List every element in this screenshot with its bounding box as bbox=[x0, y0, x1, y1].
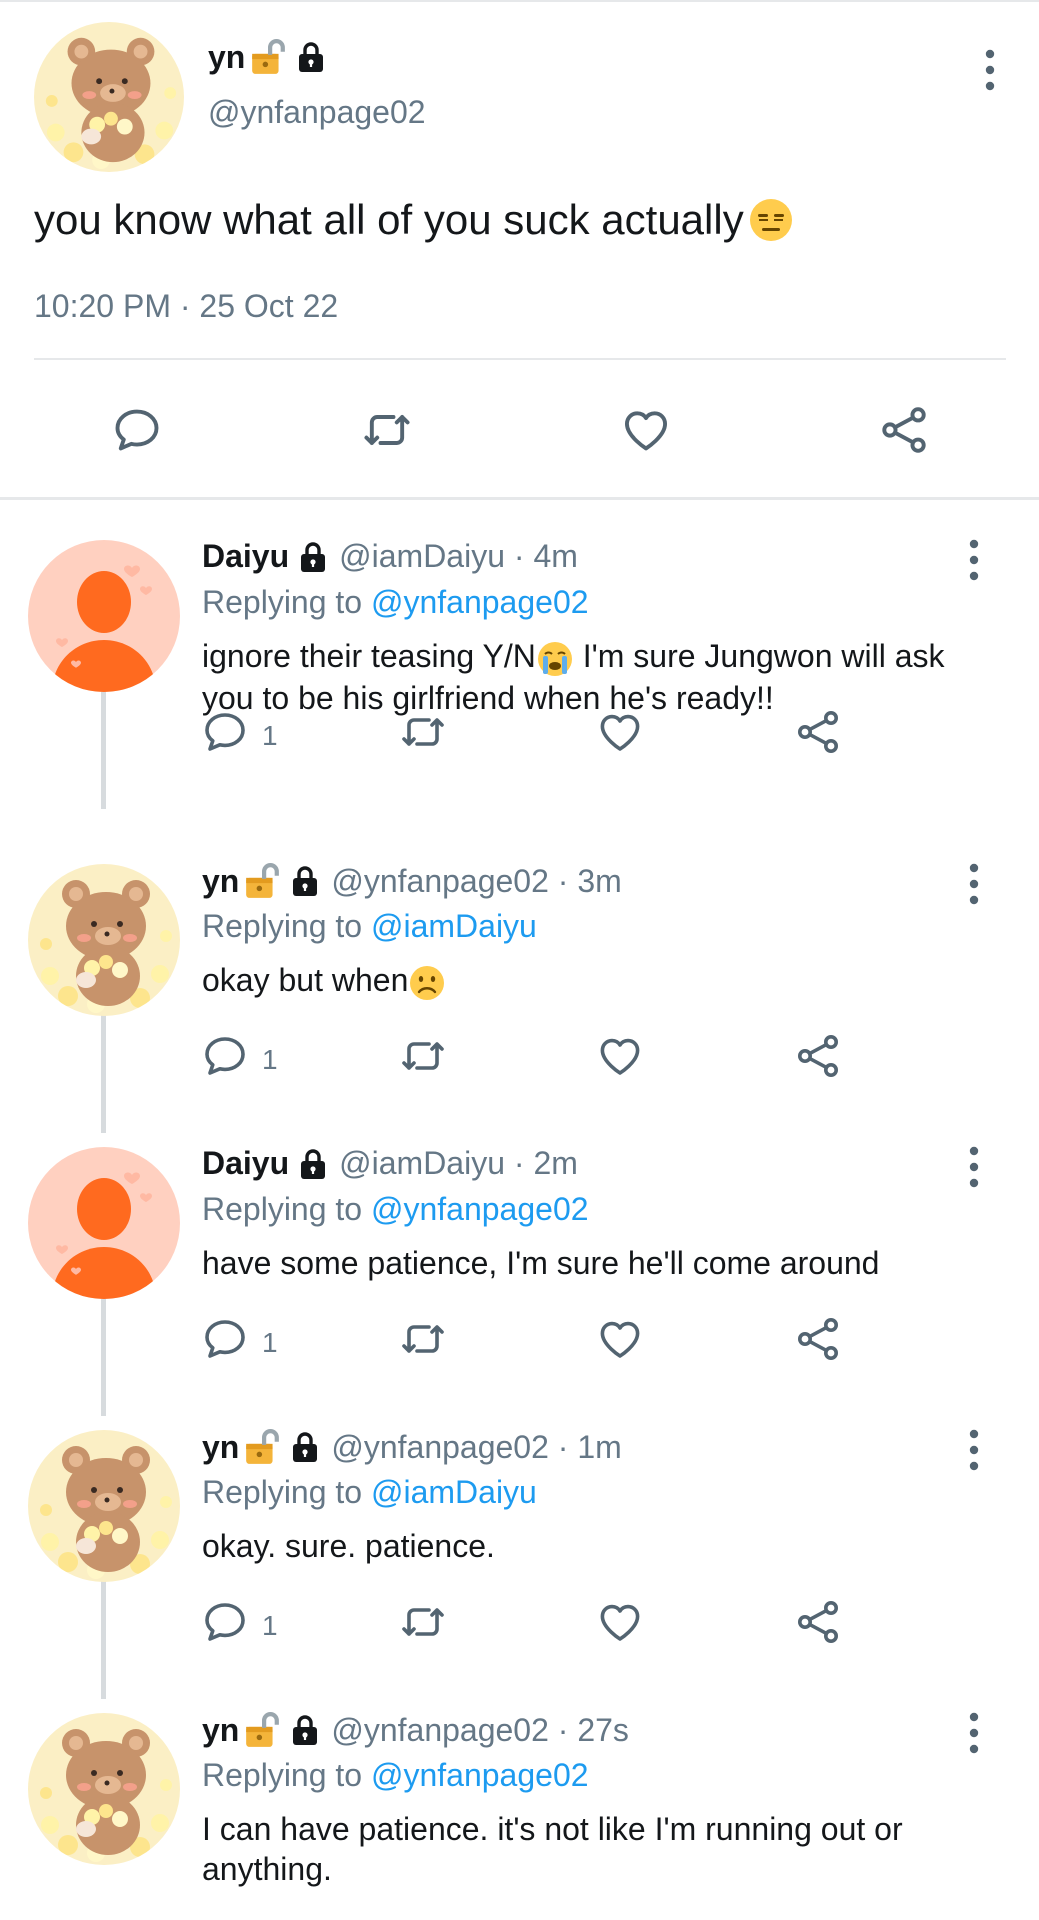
avatar[interactable] bbox=[28, 540, 180, 692]
display-name[interactable]: yn bbox=[202, 863, 239, 900]
reply-icon[interactable] bbox=[200, 1032, 250, 1080]
retweet-icon[interactable] bbox=[398, 1598, 448, 1646]
display-name[interactable]: yn bbox=[208, 39, 245, 76]
reply-text: okay but when bbox=[202, 960, 1002, 1002]
main-tweet: yn @ynfanpage02 you know what all of you… bbox=[0, 0, 1039, 500]
reply-text: okay. sure. patience. bbox=[202, 1528, 495, 1564]
padlock-icon bbox=[297, 41, 325, 73]
replying-to: Replying to @iamDaiyu bbox=[202, 1474, 537, 1510]
retweet-icon[interactable] bbox=[398, 1315, 448, 1363]
avatar[interactable] bbox=[28, 1147, 180, 1299]
share-icon[interactable] bbox=[793, 1315, 843, 1363]
share-icon[interactable] bbox=[875, 404, 933, 456]
avatar[interactable] bbox=[28, 1430, 180, 1582]
more-vert-icon[interactable] bbox=[944, 862, 980, 906]
like-icon[interactable] bbox=[595, 1598, 645, 1646]
lock-emoji-icon bbox=[243, 1428, 281, 1466]
replying-to: Replying to @ynfanpage02 bbox=[202, 1191, 589, 1227]
replying-to: Replying to @ynfanpage02 bbox=[202, 1757, 589, 1793]
reply-tweet[interactable]: yn @ynfanpage02 · 27s Replying to @ynfan… bbox=[0, 1699, 1039, 1920]
like-icon[interactable] bbox=[595, 1032, 645, 1080]
divider bbox=[34, 358, 1006, 360]
reply-icon[interactable] bbox=[200, 1598, 250, 1646]
lock-emoji-icon bbox=[243, 862, 281, 900]
like-icon[interactable] bbox=[595, 708, 645, 756]
display-name[interactable]: Daiyu bbox=[202, 538, 289, 575]
mention-link[interactable]: @ynfanpage02 bbox=[371, 1757, 589, 1793]
mention-link[interactable]: @iamDaiyu bbox=[371, 908, 537, 944]
reply-tweet[interactable]: yn @ynfanpage02 · 3m Replying to @iamDai… bbox=[0, 850, 1039, 1133]
handle[interactable]: @ynfanpage02 bbox=[208, 94, 426, 131]
retweet-icon[interactable] bbox=[358, 404, 416, 456]
padlock-icon bbox=[299, 541, 327, 573]
mention-link[interactable]: @iamDaiyu bbox=[371, 1474, 537, 1510]
more-vert-icon[interactable] bbox=[944, 1711, 980, 1755]
tweet-text: you know what all of you suck actually bbox=[34, 196, 794, 244]
more-vert-icon[interactable] bbox=[944, 538, 980, 582]
padlock-icon bbox=[291, 1431, 319, 1463]
padlock-icon bbox=[291, 1714, 319, 1746]
display-name[interactable]: Daiyu bbox=[202, 1145, 289, 1182]
section-divider bbox=[0, 497, 1039, 500]
replying-to: Replying to @ynfanpage02 bbox=[202, 584, 589, 620]
reply-count: 1 bbox=[262, 1610, 278, 1641]
reply-icon[interactable] bbox=[200, 708, 250, 756]
thread-line bbox=[101, 1281, 106, 1416]
reply-text: have some patience, I'm sure he'll come … bbox=[202, 1245, 880, 1281]
lock-emoji-icon bbox=[249, 38, 287, 76]
reply-tweet[interactable]: Daiyu @iamDaiyu · 2m Replying to @ynfanp… bbox=[0, 1133, 1039, 1416]
handle-and-time: @iamDaiyu · 2m bbox=[339, 1145, 578, 1181]
avatar[interactable] bbox=[28, 1713, 180, 1865]
retweet-icon[interactable] bbox=[398, 708, 448, 756]
like-icon[interactable] bbox=[617, 404, 675, 456]
display-name[interactable]: yn bbox=[202, 1429, 239, 1466]
thread-line bbox=[101, 674, 106, 809]
mention-link[interactable]: @ynfanpage02 bbox=[371, 584, 589, 620]
reply-count: 1 bbox=[262, 1327, 278, 1358]
handle-and-time: @ynfanpage02 · 1m bbox=[331, 1428, 622, 1465]
handle-and-time: @iamDaiyu · 4m bbox=[339, 538, 578, 574]
reply-text: I can have patience. it's not like I'm r… bbox=[202, 1811, 903, 1887]
replying-to: Replying to @iamDaiyu bbox=[202, 908, 537, 944]
more-vert-icon[interactable] bbox=[960, 48, 996, 92]
more-vert-icon[interactable] bbox=[944, 1145, 980, 1189]
display-name-row[interactable]: yn bbox=[208, 38, 325, 76]
display-name[interactable]: yn bbox=[202, 1712, 239, 1749]
lock-emoji-icon bbox=[243, 1711, 281, 1749]
crying-emoji bbox=[536, 640, 574, 678]
more-vert-icon[interactable] bbox=[944, 1428, 980, 1472]
tweet-timestamp: 10:20 PM · 25 Oct 22 bbox=[34, 288, 339, 324]
padlock-icon bbox=[299, 1148, 327, 1180]
handle-and-time: @ynfanpage02 · 3m bbox=[331, 862, 622, 899]
avatar[interactable] bbox=[28, 864, 180, 1016]
reply-icon[interactable] bbox=[200, 1315, 250, 1363]
mention-link[interactable]: @ynfanpage02 bbox=[371, 1191, 589, 1227]
share-icon[interactable] bbox=[793, 708, 843, 756]
expressionless-emoji bbox=[748, 197, 794, 243]
handle-and-time: @ynfanpage02 · 27s bbox=[331, 1711, 629, 1748]
avatar[interactable] bbox=[34, 22, 184, 172]
share-icon[interactable] bbox=[793, 1032, 843, 1080]
frowning-emoji bbox=[408, 964, 446, 1002]
retweet-icon[interactable] bbox=[398, 1032, 448, 1080]
thread-line bbox=[101, 1564, 106, 1699]
reply-count: 1 bbox=[262, 720, 278, 751]
reply-tweet[interactable]: Daiyu @iamDaiyu · 4m Replying to @ynfanp… bbox=[0, 526, 1039, 809]
reply-count: 1 bbox=[262, 1044, 278, 1075]
thread-line bbox=[101, 998, 106, 1133]
reply-tweet[interactable]: yn @ynfanpage02 · 1m Replying to @iamDai… bbox=[0, 1416, 1039, 1699]
padlock-icon bbox=[291, 865, 319, 897]
reply-text: ignore their teasing Y/N I'm sure Jungwo… bbox=[202, 638, 945, 716]
share-icon[interactable] bbox=[793, 1598, 843, 1646]
like-icon[interactable] bbox=[595, 1315, 645, 1363]
reply-icon[interactable] bbox=[108, 404, 166, 456]
